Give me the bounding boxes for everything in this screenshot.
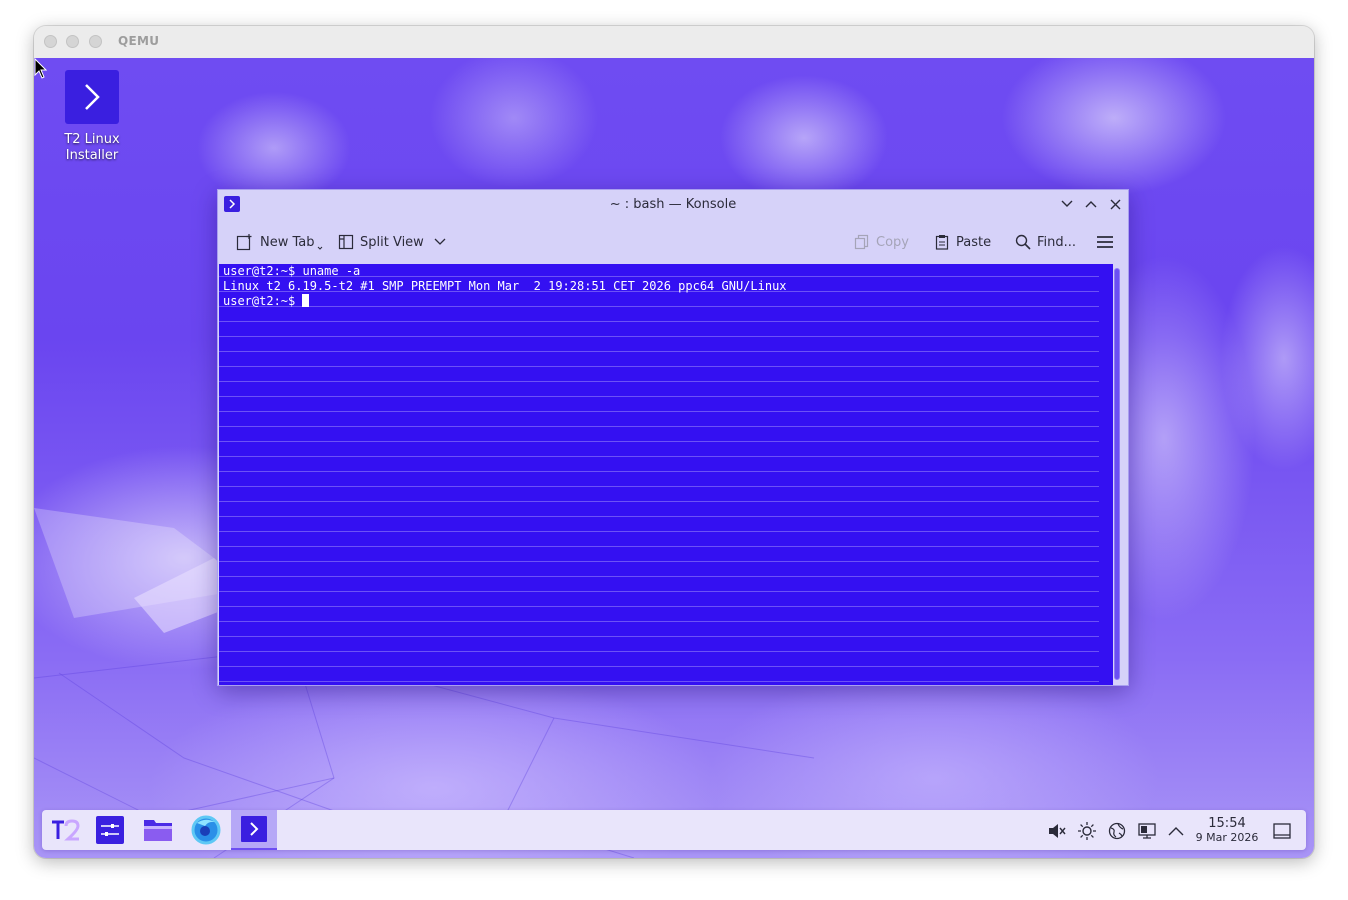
new-tab-button[interactable]: New Tab	[236, 231, 323, 253]
konsole-titlebar[interactable]: ~ : bash — Konsole	[218, 190, 1128, 218]
qemu-title: QEMU	[118, 34, 160, 48]
firefox-icon	[191, 815, 221, 845]
new-tab-icon	[236, 234, 252, 251]
window-title: ~ : bash — Konsole	[609, 197, 737, 212]
find-label: Find...	[1037, 234, 1077, 250]
network-globe-icon	[1108, 822, 1126, 840]
paste-label: Paste	[956, 234, 992, 250]
zoom-dot-button[interactable]	[89, 35, 102, 48]
paste-icon	[935, 235, 949, 250]
konsole-toolbar: New Tab Split View Copy Paste Find...	[218, 218, 1128, 264]
brightness-tray-button[interactable]	[1076, 820, 1098, 842]
split-view-button[interactable]: Split View	[338, 231, 446, 253]
qemu-titlebar[interactable]: QEMU	[34, 26, 1314, 58]
show-desktop-button[interactable]	[1271, 820, 1293, 842]
terminal-prompt-line: user@t2:~$	[223, 294, 310, 309]
desktop: T2 Linux Installer ~ : bash — Konsole Ne…	[34, 58, 1314, 858]
find-button[interactable]: Find...	[1015, 231, 1076, 253]
digital-clock[interactable]: 15:54 9 Mar 2026	[1192, 816, 1262, 845]
paste-button[interactable]: Paste	[934, 231, 991, 253]
t2-logo-icon	[52, 819, 80, 841]
copy-button[interactable]: Copy	[854, 231, 909, 253]
split-view-label: Split View	[360, 234, 424, 250]
desktop-icon-t2-installer[interactable]: T2 Linux Installer	[58, 70, 126, 164]
new-tab-label: New Tab	[260, 234, 315, 250]
application-launcher-button[interactable]	[46, 810, 86, 850]
show-desktop-icon	[1273, 823, 1291, 839]
show-hidden-icons-button[interactable]	[1165, 820, 1187, 842]
display-tray-button[interactable]	[1136, 820, 1158, 842]
minimize-button[interactable]	[1058, 195, 1076, 213]
network-tray-button[interactable]	[1106, 820, 1128, 842]
clock-date: 9 Mar 2026	[1195, 831, 1259, 844]
close-button[interactable]	[1106, 195, 1124, 213]
copy-label: Copy	[876, 234, 909, 250]
dropdown-arrow-icon	[317, 246, 322, 250]
firefox-launcher[interactable]	[186, 810, 226, 850]
terminal-line: Linux t2 6.19.5-t2 #1 SMP PREEMPT Mon Ma…	[223, 279, 787, 293]
settings-sliders-icon	[96, 816, 124, 844]
brightness-icon	[1078, 822, 1096, 840]
konsole-icon	[241, 816, 267, 842]
copy-icon	[854, 234, 869, 250]
hamburger-menu-icon	[1097, 236, 1113, 248]
split-view-icon	[338, 234, 354, 250]
close-dot-button[interactable]	[44, 35, 57, 48]
terminal-scrollbar[interactable]	[1114, 268, 1120, 680]
terminal-prompt: user@t2:~$	[223, 294, 303, 308]
muted-speaker-icon	[1049, 824, 1066, 838]
terminal-line: user@t2:~$ uname -a	[223, 264, 361, 278]
search-icon	[1015, 234, 1031, 250]
konsole-task-button[interactable]	[231, 810, 277, 850]
system-settings-launcher[interactable]	[90, 810, 130, 850]
konsole-window: ~ : bash — Konsole New Tab Split View Co…	[217, 189, 1129, 686]
terminal-area[interactable]: user@t2:~$ uname -a Linux t2 6.19.5-t2 #…	[219, 264, 1113, 685]
desktop-icon-label: T2 Linux Installer	[64, 132, 120, 163]
folder-icon	[144, 820, 172, 841]
hamburger-menu-button[interactable]	[1097, 231, 1113, 253]
mouse-cursor-icon	[34, 58, 48, 79]
maximize-button[interactable]	[1082, 195, 1100, 213]
clock-time: 15:54	[1208, 816, 1246, 831]
qemu-window: QEMU T2 Linux Installer ~: bash — Konso…	[34, 26, 1314, 858]
chevron-up-icon	[1168, 827, 1184, 836]
file-manager-launcher[interactable]	[138, 810, 178, 850]
display-icon	[1138, 823, 1156, 839]
volume-tray-button[interactable]	[1046, 820, 1068, 842]
taskbar: 15:54 9 Mar 2026	[42, 810, 1306, 850]
minimize-dot-button[interactable]	[66, 35, 79, 48]
terminal-cursor	[302, 294, 310, 307]
chevron-down-icon	[434, 238, 446, 245]
terminal-chevron-icon	[65, 70, 119, 124]
